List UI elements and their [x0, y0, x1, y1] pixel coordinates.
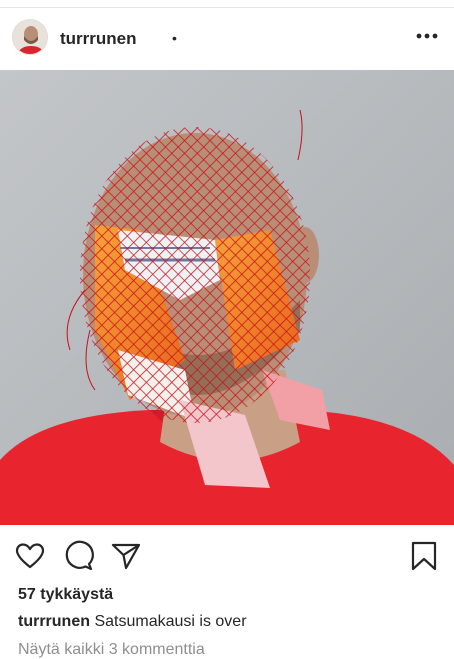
bookmark-icon [411, 541, 437, 571]
comment-icon [65, 540, 94, 571]
heart-icon [15, 543, 45, 569]
avatar[interactable] [12, 19, 48, 55]
share-button[interactable] [110, 540, 142, 572]
avatar-image [13, 20, 47, 54]
more-horizontal-icon [416, 33, 438, 39]
photo-image [0, 70, 454, 525]
post-username[interactable]: turrrunen [60, 29, 137, 49]
likes-count[interactable]: 57 tykkäystä [18, 586, 113, 604]
save-button[interactable] [408, 540, 440, 572]
send-icon [111, 543, 141, 570]
header-separator: • [172, 30, 177, 46]
post-header: turrrunen • [0, 8, 454, 70]
view-all-comments-link[interactable]: Näytä kaikki 3 kommenttia [18, 641, 205, 659]
post-photo[interactable] [0, 70, 454, 525]
more-options-button[interactable] [413, 24, 441, 48]
post-actions [0, 525, 454, 583]
caption-text: Satsumakausi is over [94, 613, 247, 630]
like-button[interactable] [14, 540, 46, 572]
caption-username[interactable]: turrrunen [18, 613, 90, 630]
top-divider [0, 0, 454, 8]
post-caption: turrrunen Satsumakausi is over [18, 613, 247, 631]
comment-button[interactable] [62, 540, 94, 572]
